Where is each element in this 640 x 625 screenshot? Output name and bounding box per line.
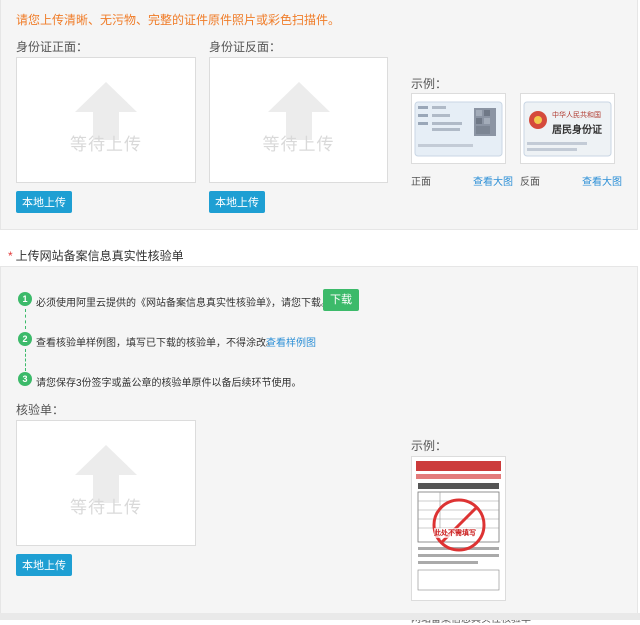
view-back-large-link[interactable]: 查看大图 [582, 173, 622, 188]
download-button[interactable]: 下载 [323, 289, 359, 311]
id-back-upload-box[interactable]: 等待上传 [209, 57, 388, 183]
verify-example-thumb[interactable]: 此处不需填写 [411, 456, 506, 601]
verify-example-label: 示例： [411, 439, 448, 453]
id-front-caption: 正面 [411, 177, 431, 188]
view-front-large-link[interactable]: 查看大图 [473, 173, 513, 188]
id-front-example-thumb[interactable] [411, 93, 506, 164]
id-back-example-thumb[interactable]: 中华人民共和国 居民身份证 [520, 93, 615, 164]
verify-upload-box[interactable]: 等待上传 [16, 420, 196, 546]
verify-section-title: * 上传网站备案信息真实性核验单 [8, 247, 184, 264]
upload-placeholder: 等待上传 [262, 135, 335, 154]
id-front-upload-box[interactable]: 等待上传 [16, 57, 196, 183]
id-front-label: 身份证正面： [16, 40, 89, 54]
verify-panel: 1 必须使用阿里云提供的《网站备案信息真实性核验单》，请您下载。 下载 2 查看… [0, 266, 638, 625]
id-card-front-image [414, 101, 503, 157]
upload-placeholder: 等待上传 [70, 135, 142, 154]
id-example-label: 示例： [411, 77, 448, 91]
id-front-upload-button[interactable]: 本地上传 [16, 191, 72, 213]
card-country-text: 中华人民共和国 [552, 112, 601, 119]
card-title-text: 居民身份证 [552, 125, 602, 136]
view-sample-link[interactable]: 查看样例图 [266, 334, 316, 349]
step-3-text: 请您保存3份签字或盖公章的核验单原件以备后续环节使用。 [36, 378, 302, 389]
id-back-caption: 反面 [520, 177, 540, 188]
step-1-text: 必须使用阿里云提供的《网站备案信息真实性核验单》，请您下载。 [36, 298, 331, 309]
step-2-badge: 2 [18, 332, 32, 346]
id-card-panel: 请您上传清晰、无污物、完整的证件原件照片或彩色扫描件。 身份证正面： 等待上传 … [0, 0, 638, 230]
step-2-text: 查看核验单样例图，填写已下载的核验单，不得涂改。 [36, 338, 276, 349]
step-connector [25, 309, 26, 329]
step-1-badge: 1 [18, 292, 32, 306]
upload-placeholder: 等待上传 [70, 498, 142, 517]
verify-form-label: 核验单： [16, 403, 65, 417]
id-back-label: 身份证反面： [209, 40, 282, 54]
step-connector [25, 349, 26, 371]
step-3-badge: 3 [18, 372, 32, 386]
verify-title-text: 上传网站备案信息真实性核验单 [15, 249, 184, 263]
id-back-upload-button[interactable]: 本地上传 [209, 191, 265, 213]
upload-notice: 请您上传清晰、无污物、完整的证件原件照片或彩色扫描件。 [16, 13, 341, 27]
horizontal-scrollbar[interactable] [0, 613, 640, 620]
stamp-text: 此处不需填写 [434, 528, 476, 538]
verify-upload-button[interactable]: 本地上传 [16, 554, 72, 576]
required-mark: * [8, 249, 13, 263]
